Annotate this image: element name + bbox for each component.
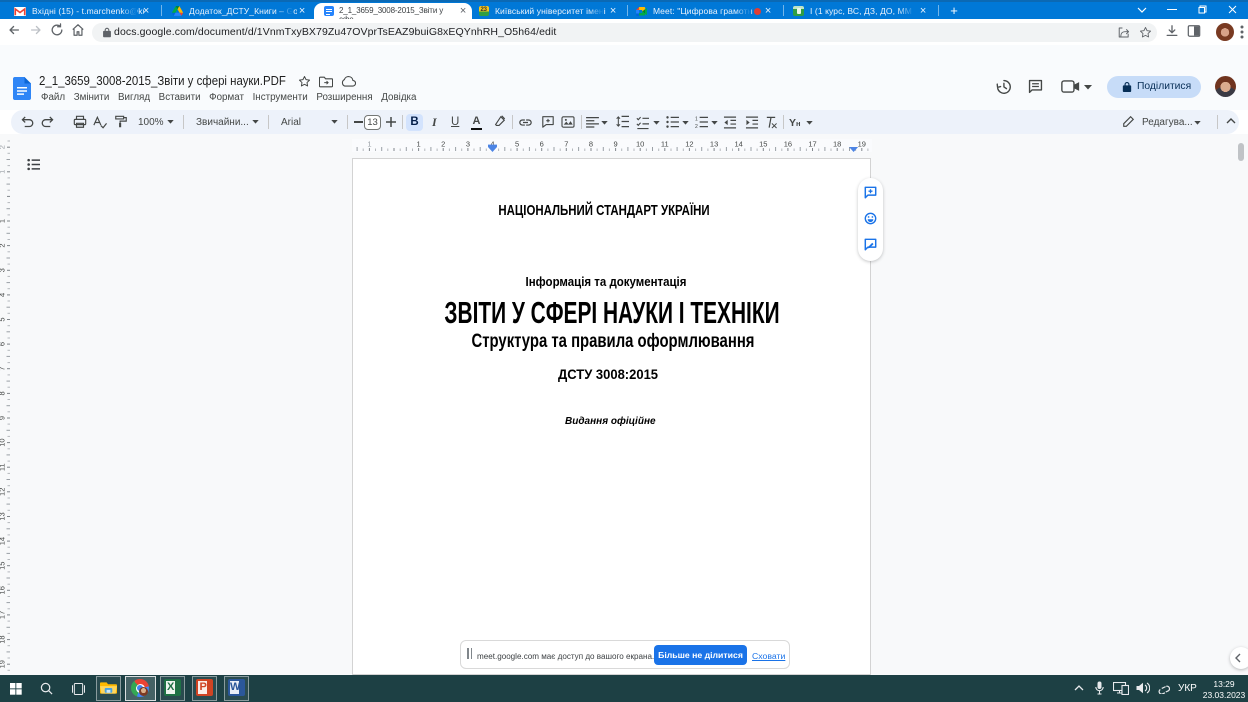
svg-text:8: 8 — [589, 140, 593, 149]
svg-text:7: 7 — [0, 367, 7, 371]
svg-text:6: 6 — [540, 140, 544, 149]
svg-text:18: 18 — [0, 635, 7, 643]
svg-text:1: 1 — [417, 140, 421, 149]
svg-text:12: 12 — [0, 488, 7, 496]
svg-text:12: 12 — [685, 140, 693, 149]
svg-text:2: 2 — [0, 145, 7, 149]
svg-text:9: 9 — [614, 140, 618, 149]
svg-text:10: 10 — [636, 140, 644, 149]
svg-text:13: 13 — [0, 512, 7, 520]
svg-text:3: 3 — [0, 268, 7, 272]
svg-text:9: 9 — [0, 416, 7, 420]
svg-text:17: 17 — [0, 611, 7, 619]
svg-text:1: 1 — [695, 116, 698, 122]
svg-text:11: 11 — [0, 463, 7, 471]
svg-text:16: 16 — [784, 140, 792, 149]
svg-text:19: 19 — [0, 660, 7, 668]
svg-text:2: 2 — [441, 140, 445, 149]
svg-text:15: 15 — [0, 562, 7, 570]
svg-text:1: 1 — [0, 170, 7, 174]
svg-text:2: 2 — [695, 124, 698, 128]
svg-text:8: 8 — [0, 391, 7, 395]
svg-text:7: 7 — [564, 140, 568, 149]
svg-text:1: 1 — [367, 140, 371, 149]
svg-text:10: 10 — [0, 438, 7, 446]
svg-text:1: 1 — [0, 219, 7, 223]
svg-text:3: 3 — [466, 140, 470, 149]
svg-text:5: 5 — [0, 317, 7, 321]
svg-text:14: 14 — [735, 140, 743, 149]
svg-text:4: 4 — [0, 293, 7, 297]
svg-text:6: 6 — [0, 342, 7, 346]
svg-text:5: 5 — [515, 140, 519, 149]
svg-text:14: 14 — [0, 537, 7, 545]
svg-text:11: 11 — [661, 140, 669, 149]
svg-text:16: 16 — [0, 586, 7, 594]
svg-text:19: 19 — [858, 140, 866, 149]
svg-text:2: 2 — [0, 244, 7, 248]
svg-text:17: 17 — [808, 140, 816, 149]
svg-text:15: 15 — [759, 140, 767, 149]
svg-text:13: 13 — [710, 140, 718, 149]
svg-text:18: 18 — [833, 140, 841, 149]
